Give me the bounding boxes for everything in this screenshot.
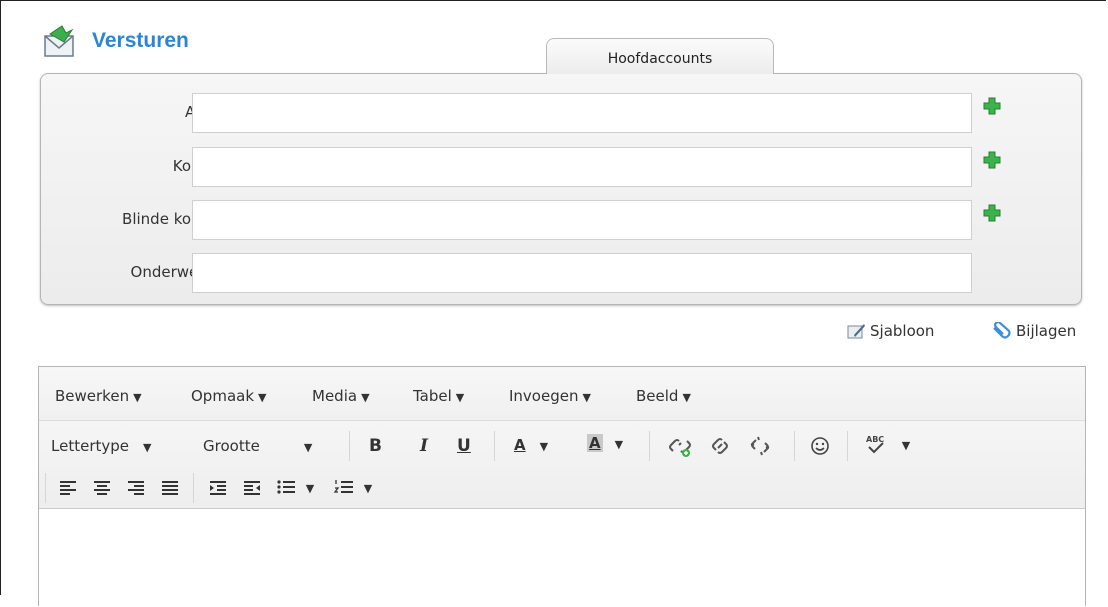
bullet-list-icon <box>277 480 295 494</box>
unlink-icon[interactable] <box>747 433 773 459</box>
add-recipient-to-icon[interactable] <box>983 97 1001 115</box>
editor-toolbar: Lettertype▼ Grootte▼ B I U A▼ A▼ ABC <box>39 421 1085 509</box>
subject-field[interactable] <box>192 253 972 293</box>
envelope-send-icon <box>44 25 74 57</box>
divider <box>794 431 795 461</box>
editor-menubar: Bewerken ▼ Opmaak ▼ Media ▼ Tabel ▼ Invoegen… <box>39 367 1085 421</box>
menu-beeld[interactable]: Beeld ▼ <box>636 387 691 405</box>
menu-media[interactable]: Media ▼ <box>312 387 370 405</box>
caret-down-icon: ▼ <box>258 391 267 404</box>
emoticon-icon[interactable] <box>807 433 833 459</box>
rich-text-editor: Bewerken ▼ Opmaak ▼ Media ▼ Tabel ▼ Invoegen… <box>38 366 1086 607</box>
align-justify-icon[interactable] <box>157 475 183 501</box>
attachments-label: Bijlagen <box>1016 322 1077 340</box>
caret-down-icon: ▼ <box>303 441 313 454</box>
add-recipient-cc-icon[interactable] <box>983 151 1001 169</box>
divider <box>45 473 46 503</box>
menu-label: Invoegen <box>509 387 579 405</box>
menu-label: Opmaak <box>191 387 255 405</box>
bg-color-label: A <box>587 434 603 452</box>
cc-row: Kopie: <box>41 147 1081 191</box>
numbered-list-button[interactable]: ▼ <box>333 477 372 497</box>
caret-down-icon: ▼ <box>133 391 142 404</box>
cc-field[interactable] <box>192 147 972 187</box>
to-row: Aan: <box>41 93 1081 137</box>
caret-down-icon: ▼ <box>455 391 465 404</box>
bullet-list-button[interactable]: ▼ <box>275 477 314 497</box>
divider <box>494 431 495 461</box>
menu-label: Beeld <box>636 387 679 405</box>
font-family-label: Lettertype <box>51 437 129 455</box>
text-color-button[interactable]: A ▼ <box>514 436 548 454</box>
underline-button[interactable]: U <box>457 436 471 456</box>
caret-down-icon: ▼ <box>682 391 691 404</box>
font-size-select[interactable]: Grootte ▼ <box>203 437 312 455</box>
caret-down-icon: ▼ <box>539 440 549 453</box>
divider <box>193 473 194 503</box>
bcc-field[interactable] <box>192 200 972 240</box>
page-title: Versturen <box>92 29 189 52</box>
bg-color-button[interactable]: A ▼ <box>587 434 623 452</box>
align-right-icon[interactable] <box>123 475 149 501</box>
insert-link-icon[interactable] <box>667 433 693 459</box>
subject-row: Onderwerp: <box>41 253 1081 297</box>
add-recipient-bcc-icon[interactable] <box>983 204 1001 222</box>
outdent-icon[interactable] <box>239 475 265 501</box>
caret-down-icon: ▼ <box>901 438 911 452</box>
bcc-row: Blinde kopie: <box>41 200 1081 244</box>
text-color-label: A <box>514 436 526 454</box>
bold-button[interactable]: B <box>369 436 382 456</box>
align-left-icon[interactable] <box>55 475 81 501</box>
indent-icon[interactable] <box>205 475 231 501</box>
spellcheck-icon: ABC <box>866 435 884 454</box>
template-link[interactable]: Sjabloon <box>846 322 934 340</box>
menu-tabel[interactable]: Tabel ▼ <box>413 387 464 405</box>
caret-down-icon: ▼ <box>582 391 591 404</box>
paperclip-icon <box>993 322 1011 339</box>
menu-label: Media <box>312 387 358 405</box>
template-icon <box>847 324 865 339</box>
align-center-icon[interactable] <box>89 475 115 501</box>
editor-content-area[interactable] <box>39 509 1085 607</box>
numbered-list-icon <box>333 480 353 493</box>
spellcheck-button[interactable]: ABC ▼ <box>863 433 910 455</box>
divider <box>649 431 650 461</box>
to-field[interactable] <box>192 93 972 133</box>
caret-down-icon: ▼ <box>143 441 152 454</box>
font-family-select[interactable]: Lettertype ▼ <box>51 437 151 455</box>
tab-hoofdaccounts[interactable]: Hoofdaccounts <box>546 38 774 74</box>
caret-down-icon: ▼ <box>361 391 370 404</box>
header: Versturen <box>42 24 189 58</box>
font-size-label: Grootte <box>203 437 260 455</box>
divider <box>349 431 350 461</box>
attachments-link[interactable]: Bijlagen <box>990 322 1076 340</box>
menu-label: Bewerken <box>55 387 130 405</box>
link-icon[interactable] <box>707 433 733 459</box>
menu-label: Tabel <box>413 387 452 405</box>
menu-invoegen[interactable]: Invoegen ▼ <box>509 387 591 405</box>
caret-down-icon: ▼ <box>305 481 315 495</box>
caret-down-icon: ▼ <box>614 438 624 451</box>
divider <box>847 431 848 461</box>
address-panel: Aan: Kopie: Blinde kopie: Onderwerp: <box>40 73 1082 305</box>
svg-text:ABC: ABC <box>866 435 884 444</box>
italic-button[interactable]: I <box>420 436 428 456</box>
caret-down-icon: ▼ <box>363 481 373 495</box>
menu-bewerken[interactable]: Bewerken ▼ <box>55 387 142 405</box>
menu-opmaak[interactable]: Opmaak ▼ <box>191 387 266 405</box>
template-label: Sjabloon <box>870 322 935 340</box>
